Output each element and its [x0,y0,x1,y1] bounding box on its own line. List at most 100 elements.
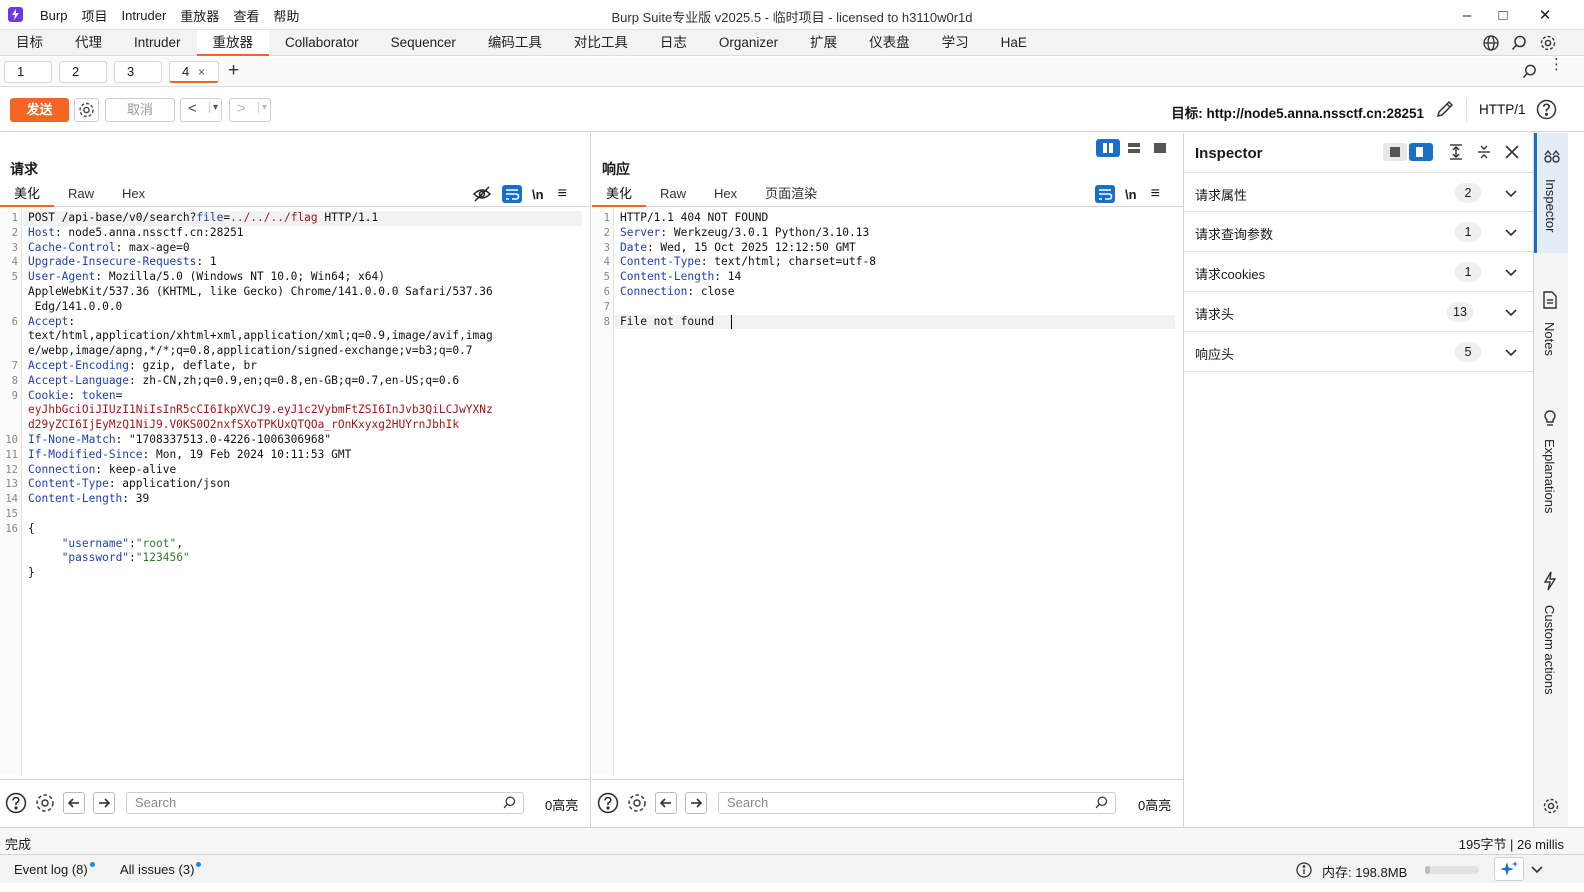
menu-item-3[interactable]: 重放器 [180,6,219,25]
nav-tab-6[interactable]: 编码工具 [472,30,558,56]
response-view-tab-3[interactable]: 页面渲染 [751,183,831,207]
notes-icon[interactable] [1542,291,1558,309]
search-next-icon[interactable] [93,792,115,814]
response-view-tab-1[interactable]: Raw [646,183,700,207]
more-options-icon[interactable]: ⋮ [1549,57,1564,72]
nav-tab-9[interactable]: Organizer [703,30,794,56]
inspector-layout-right-icon[interactable] [1409,143,1433,161]
rail-settings-icon[interactable] [1542,797,1560,815]
nav-tab-7[interactable]: 对比工具 [558,30,644,56]
menu-item-5[interactable]: 帮助 [273,6,299,25]
editor-menu-icon[interactable]: ≡ [554,185,567,203]
custom-actions-icon[interactable] [1542,571,1558,591]
response-view-tab-0[interactable]: 美化 [592,183,647,207]
response-search-previous-icon[interactable] [655,792,677,814]
back-dropdown-icon[interactable]: ▾ [209,102,218,113]
history-forward-button[interactable]: > ▾ [229,98,271,122]
nav-tab-13[interactable]: HaE [985,30,1043,56]
help-icon[interactable] [1536,99,1557,120]
repeater-tab-3[interactable]: 3 [114,61,162,83]
nav-tab-3[interactable]: 重放器 [196,30,270,56]
response-search-settings-icon[interactable] [626,792,648,814]
all-issues-button[interactable]: All issues (3) [120,862,202,877]
nav-tab-10[interactable]: 扩展 [794,30,853,56]
chevron-down-icon[interactable] [1503,264,1519,280]
chevron-down-icon[interactable] [1503,224,1519,240]
request-search-input[interactable]: Search [126,792,524,814]
expand-all-icon[interactable] [1447,143,1465,161]
response-view-tab-2[interactable]: Hex [700,183,751,207]
inspector-section-0[interactable]: 请求属性 2 [1185,172,1533,212]
menu-item-4[interactable]: 查看 [233,6,259,25]
event-log-button[interactable]: Event log (8) [14,862,95,877]
request-view-tab-0[interactable]: 美化 [0,183,55,207]
inspector-section-3[interactable]: 请求头 13 [1185,292,1533,332]
layout-rows-icon[interactable] [1122,139,1146,157]
menu-item-0[interactable]: Burp [40,8,67,23]
request-view-tab-2[interactable]: Hex [108,183,159,207]
chevron-down-icon[interactable] [1503,304,1519,320]
response-newline-toggle[interactable]: \n [1125,187,1137,202]
settings-gear-icon[interactable] [1539,34,1557,52]
edit-target-icon[interactable] [1435,99,1455,119]
rail-explanations-label[interactable]: Explanations [1542,439,1557,513]
bottom-chevron-icon[interactable] [1529,861,1545,877]
nav-tab-8[interactable]: 日志 [644,30,703,56]
nav-tab-1[interactable]: 代理 [59,30,118,56]
ai-assistant-icon[interactable] [1494,857,1524,881]
close-tab-icon[interactable]: × [198,62,205,82]
search-settings-icon[interactable] [34,792,56,814]
forward-dropdown-icon[interactable]: ▾ [258,102,267,113]
close-inspector-icon[interactable] [1503,143,1521,161]
response-editor-menu-icon[interactable]: ≡ [1147,185,1160,203]
request-editor[interactable]: 1 POST /api-base/v0/search?file=../../../… [0,209,590,775]
rail-custom-actions-label[interactable]: Custom actions [1542,605,1557,695]
inspector-layout-left-icon[interactable] [1383,143,1407,161]
nav-tab-0[interactable]: 目标 [0,30,59,56]
maximize-button[interactable]: □ [1480,0,1526,30]
search-help-icon[interactable] [5,792,27,814]
nav-tab-11[interactable]: 仪表盘 [853,30,926,56]
search-icon[interactable] [1510,34,1528,52]
chevron-down-icon[interactable] [1503,344,1519,360]
menu-item-1[interactable]: 项目 [81,6,107,25]
nav-tab-2[interactable]: Intruder [118,30,197,56]
send-button[interactable]: 发送 [10,98,69,122]
globe-icon[interactable] [1482,34,1500,52]
menu-item-2[interactable]: Intruder [121,8,166,23]
add-tab-icon[interactable]: + [228,60,239,82]
response-word-wrap-icon[interactable] [1095,185,1115,203]
inspector-section-2[interactable]: 请求cookies 1 [1185,252,1533,292]
repeater-tab-2[interactable]: 2 [59,61,107,83]
send-settings-icon[interactable] [74,98,99,122]
newline-toggle[interactable]: \n [532,187,544,202]
collapse-all-icon[interactable] [1475,143,1493,161]
history-back-button[interactable]: < ▾ [180,98,222,122]
http-version-selector[interactable]: HTTP/1 [1479,102,1526,117]
repeater-tab-1[interactable]: 1 [4,61,52,83]
nav-tab-5[interactable]: Sequencer [375,30,472,56]
layout-split-icon[interactable] [1096,139,1120,157]
inspector-section-4[interactable]: 响应头 5 [1185,332,1533,372]
explanations-icon[interactable] [1542,407,1558,427]
word-wrap-icon[interactable] [502,185,522,203]
rail-notes-label[interactable]: Notes [1542,322,1557,356]
hide-non-printable-icon[interactable] [472,185,492,203]
layout-tabs-icon[interactable] [1148,139,1172,157]
chevron-down-icon[interactable] [1503,185,1519,201]
response-editor[interactable]: 1 HTTP/1.1 404 NOT FOUND 2 Server: Werkzeug… [592,209,1183,775]
response-search-help-icon[interactable] [597,792,619,814]
search-previous-icon[interactable] [63,792,85,814]
rail-inspector-tab[interactable]: Inspector [1534,133,1568,253]
repeater-tab-4[interactable]: 4 × [169,61,219,83]
inspector-section-1[interactable]: 请求查询参数 1 [1185,212,1533,252]
response-search-next-icon[interactable] [685,792,707,814]
response-search-input[interactable]: Search [718,792,1116,814]
tab-search-icon[interactable] [1521,63,1538,80]
memory-info-icon[interactable] [1296,862,1312,878]
nav-tab-4[interactable]: Collaborator [269,30,375,56]
close-window-button[interactable]: ✕ [1522,0,1568,30]
nav-tab-12[interactable]: 学习 [926,30,985,56]
cancel-button[interactable]: 取消 [105,98,175,122]
request-view-tab-1[interactable]: Raw [54,183,108,207]
